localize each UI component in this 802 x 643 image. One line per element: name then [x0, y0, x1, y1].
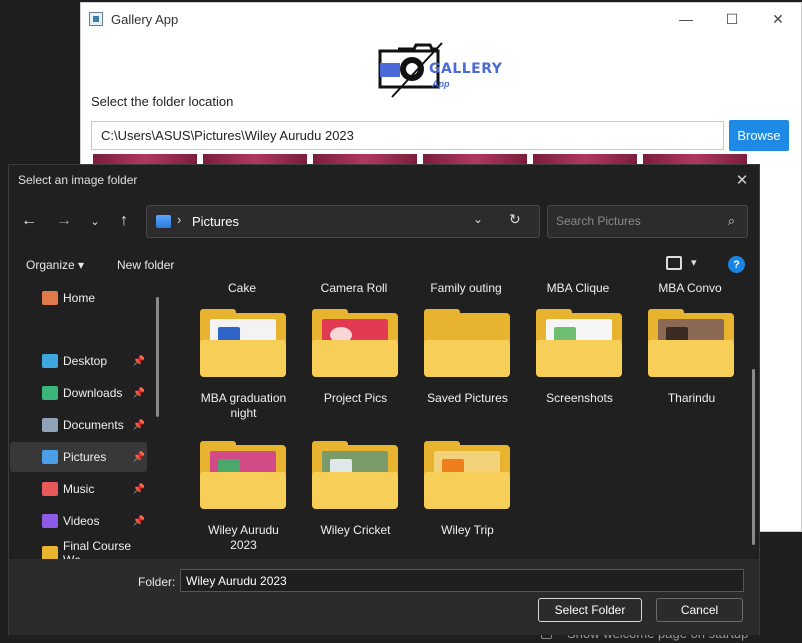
- view-icon[interactable]: [666, 256, 682, 270]
- folder-caption-line: Wiley Trip: [441, 523, 494, 537]
- folder-name-field[interactable]: Wiley Aurudu 2023: [180, 569, 744, 592]
- folder-path-input[interactable]: C:\Users\ASUS\Pictures\Wiley Aurudu 2023: [91, 121, 724, 150]
- logo-subtext: App: [432, 79, 450, 89]
- dialog-footer: Folder: Wiley Aurudu 2023 Select Folder …: [9, 559, 759, 635]
- maximize-button[interactable]: ☐: [709, 3, 755, 35]
- help-icon[interactable]: ?: [728, 256, 745, 273]
- folder-caption[interactable]: MBA Convo: [635, 281, 745, 295]
- minimize-button[interactable]: —: [663, 3, 709, 35]
- dialog-title: Select an image folder: [18, 173, 138, 187]
- pin-icon: 📌: [132, 451, 145, 463]
- search-box[interactable]: Search Pictures ⌕: [547, 205, 748, 238]
- downloads-icon: [42, 386, 58, 400]
- folder-caption: Wiley Trip: [400, 523, 535, 538]
- folder-caption-line: 2023: [230, 538, 257, 552]
- new-folder-button[interactable]: New folder: [117, 258, 174, 272]
- logo-text: GALLERY: [429, 61, 503, 77]
- close-button[interactable]: ✕: [755, 3, 801, 35]
- forward-arrow-icon[interactable]: →: [50, 203, 78, 239]
- pictures-icon: [156, 215, 171, 228]
- pin-icon: 📌: [132, 355, 145, 367]
- pin-icon: 📌: [132, 387, 145, 399]
- videos-icon: [42, 514, 58, 528]
- navigation-bar: ← → ⌄ ↑ › Pictures ⌄ ↻ Search Pictures ⌕: [9, 203, 759, 239]
- chevron-right-icon[interactable]: ›: [177, 212, 181, 227]
- folder-label: Folder:: [138, 575, 176, 589]
- folder-caption-line: Tharindu: [667, 391, 716, 405]
- window-title: Gallery App: [111, 11, 179, 27]
- address-location[interactable]: Pictures: [192, 214, 239, 229]
- home-icon: [42, 291, 58, 305]
- pin-icon: 📌: [132, 419, 145, 431]
- folder-icon: [424, 472, 510, 509]
- browse-button[interactable]: Browse: [729, 120, 789, 151]
- nav-item-downloads[interactable]: Downloads 📌: [10, 378, 147, 408]
- recent-locations-chevron-icon[interactable]: ⌄: [81, 203, 109, 239]
- folder-caption[interactable]: Cake: [187, 281, 297, 295]
- folder-icon: [42, 546, 58, 560]
- folder-icon: [200, 472, 286, 509]
- navigation-pane: Home Desktop 📌 Downloads 📌 Documents 📌 Pictures…: [9, 281, 159, 567]
- organize-menu[interactable]: Organize ▾: [26, 258, 84, 272]
- nav-item-label: Downloads: [63, 386, 123, 400]
- nav-item-label: Pictures: [63, 450, 107, 464]
- view-dropdown-icon[interactable]: ▾: [691, 256, 697, 269]
- pin-icon: 📌: [132, 515, 145, 527]
- folder-icon: [424, 340, 510, 377]
- nav-scrollbar[interactable]: [156, 297, 159, 417]
- address-bar[interactable]: › Pictures ⌄ ↻: [146, 205, 540, 238]
- folder-grid: Cake Camera Roll Family outing MBA Clique MB…: [166, 281, 758, 559]
- nav-item-label: Music: [63, 482, 95, 496]
- desktop-icon: [42, 354, 58, 368]
- folder-icon: [200, 340, 286, 377]
- folder-icon: [312, 472, 398, 509]
- folder-icon: [536, 340, 622, 377]
- nav-item-label: Desktop: [63, 354, 108, 368]
- chevron-down-icon[interactable]: ⌄: [473, 212, 483, 226]
- app-icon: [89, 12, 103, 26]
- folder-caption[interactable]: Camera Roll: [299, 281, 409, 295]
- search-icon[interactable]: ⌕: [728, 213, 735, 229]
- folder-caption[interactable]: Family outing: [411, 281, 521, 295]
- documents-icon: [42, 418, 58, 432]
- nav-item-pictures[interactable]: Pictures 📌: [10, 442, 147, 472]
- nav-item-videos[interactable]: Videos 📌: [10, 506, 147, 536]
- music-icon: [42, 482, 58, 496]
- refresh-icon[interactable]: ↻: [509, 211, 521, 228]
- nav-item-desktop[interactable]: Desktop 📌: [10, 346, 147, 376]
- nav-item-label: Home: [63, 291, 96, 305]
- nav-item-documents[interactable]: Documents 📌: [10, 410, 147, 440]
- folder-icon: [648, 340, 734, 377]
- pictures-icon: [42, 450, 58, 464]
- search-input[interactable]: Search Pictures: [556, 214, 641, 228]
- folder-picker-dialog: Select an image folder ✕ ← → ⌄ ↑ › Pictu…: [8, 164, 760, 635]
- folder-icon: [312, 340, 398, 377]
- organize-label: Organize: [26, 258, 75, 272]
- folder-caption[interactable]: MBA Clique: [523, 281, 633, 295]
- cancel-button[interactable]: Cancel: [656, 598, 743, 622]
- folder-caption-line: night: [230, 406, 257, 420]
- nav-item-label: Videos: [63, 514, 100, 528]
- command-bar: Organize ▾ New folder ▾ ?: [9, 251, 759, 279]
- pin-icon: 📌: [132, 483, 145, 495]
- select-folder-button[interactable]: Select Folder: [538, 598, 642, 622]
- folder-caption: Tharindu: [624, 391, 758, 406]
- folder-location-label: Select the folder location: [91, 94, 234, 109]
- nav-item-home[interactable]: Home: [10, 283, 147, 313]
- nav-item-music[interactable]: Music 📌: [10, 474, 147, 504]
- back-arrow-icon[interactable]: ←: [15, 203, 43, 239]
- close-icon[interactable]: ✕: [731, 169, 753, 191]
- nav-item-label: Documents: [63, 418, 124, 432]
- up-arrow-icon[interactable]: ↑: [110, 203, 138, 239]
